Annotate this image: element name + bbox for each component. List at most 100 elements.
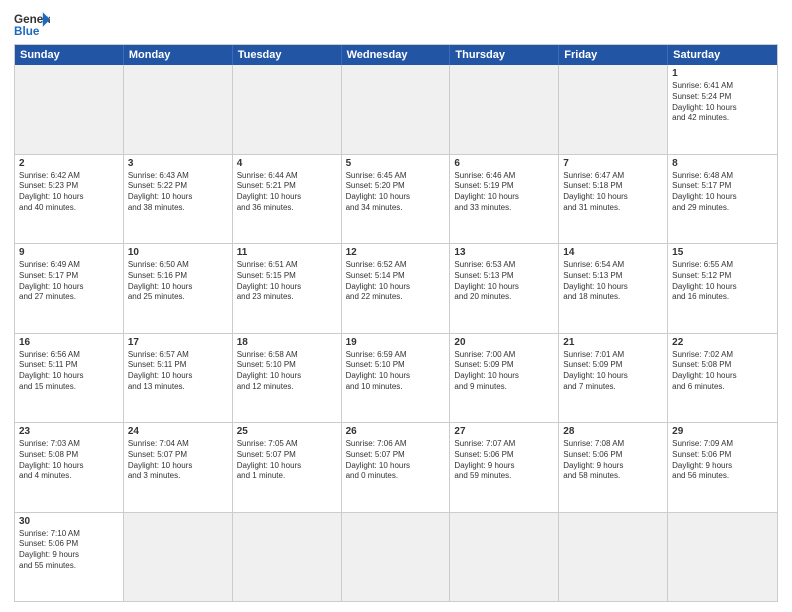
day-number: 17 [128, 337, 228, 348]
day-number: 24 [128, 426, 228, 437]
day-info: Sunrise: 6:52 AM Sunset: 5:14 PM Dayligh… [346, 260, 446, 303]
cal-week-2: 9 Sunrise: 6:49 AM Sunset: 5:17 PM Daylig… [15, 243, 777, 333]
calendar: SundayMondayTuesdayWednesdayThursdayFrid… [14, 44, 778, 602]
day-number: 3 [128, 158, 228, 169]
cal-cell: 10 Sunrise: 6:50 AM Sunset: 5:16 PM Dayli… [124, 244, 233, 333]
cal-cell: 23 Sunrise: 7:03 AM Sunset: 5:08 PM Dayli… [15, 423, 124, 512]
day-info: Sunrise: 6:51 AM Sunset: 5:15 PM Dayligh… [237, 260, 337, 303]
cal-week-5: 30Sunrise: 7:10 AM Sunset: 5:06 PM Dayli… [15, 512, 777, 602]
cal-cell: 4 Sunrise: 6:44 AM Sunset: 5:21 PM Daylig… [233, 155, 342, 244]
cal-week-0: 1Sunrise: 6:41 AM Sunset: 5:24 PM Daylig… [15, 65, 777, 154]
cal-cell: 19 Sunrise: 6:59 AM Sunset: 5:10 PM Dayli… [342, 334, 451, 423]
cal-cell [15, 65, 124, 154]
day-info: Sunrise: 7:06 AM Sunset: 5:07 PM Dayligh… [346, 439, 446, 482]
day-info: Sunrise: 6:57 AM Sunset: 5:11 PM Dayligh… [128, 350, 228, 393]
cal-cell: 2Sunrise: 6:42 AM Sunset: 5:23 PM Daylig… [15, 155, 124, 244]
cal-cell: 29 Sunrise: 7:09 AM Sunset: 5:06 PM Dayli… [668, 423, 777, 512]
cal-cell: 3 Sunrise: 6:43 AM Sunset: 5:22 PM Daylig… [124, 155, 233, 244]
cal-cell: 20Sunrise: 7:00 AM Sunset: 5:09 PM Dayli… [450, 334, 559, 423]
day-info: Sunrise: 6:41 AM Sunset: 5:24 PM Dayligh… [672, 81, 773, 124]
day-info: Sunrise: 7:04 AM Sunset: 5:07 PM Dayligh… [128, 439, 228, 482]
day-info: Sunrise: 7:09 AM Sunset: 5:06 PM Dayligh… [672, 439, 773, 482]
day-number: 11 [237, 247, 337, 258]
cal-cell: 27 Sunrise: 7:07 AM Sunset: 5:06 PM Dayli… [450, 423, 559, 512]
cal-cell: 22 Sunrise: 7:02 AM Sunset: 5:08 PM Dayli… [668, 334, 777, 423]
page: General Blue SundayMondayTuesdayWednesda… [0, 0, 792, 612]
cal-cell: 17 Sunrise: 6:57 AM Sunset: 5:11 PM Dayli… [124, 334, 233, 423]
day-number: 9 [19, 247, 119, 258]
day-number: 8 [672, 158, 773, 169]
day-number: 15 [672, 247, 773, 258]
day-info: Sunrise: 7:08 AM Sunset: 5:06 PM Dayligh… [563, 439, 663, 482]
cal-cell: 18Sunrise: 6:58 AM Sunset: 5:10 PM Dayli… [233, 334, 342, 423]
day-number: 26 [346, 426, 446, 437]
calendar-header-row: SundayMondayTuesdayWednesdayThursdayFrid… [15, 45, 777, 65]
day-number: 21 [563, 337, 663, 348]
cal-header-tuesday: Tuesday [233, 45, 342, 65]
day-number: 23 [19, 426, 119, 437]
day-number: 13 [454, 247, 554, 258]
cal-cell [559, 513, 668, 602]
day-info: Sunrise: 6:54 AM Sunset: 5:13 PM Dayligh… [563, 260, 663, 303]
day-info: Sunrise: 7:03 AM Sunset: 5:08 PM Dayligh… [19, 439, 119, 482]
day-number: 28 [563, 426, 663, 437]
day-info: Sunrise: 6:48 AM Sunset: 5:17 PM Dayligh… [672, 171, 773, 214]
day-number: 18 [237, 337, 337, 348]
cal-cell [233, 65, 342, 154]
day-number: 7 [563, 158, 663, 169]
cal-header-wednesday: Wednesday [342, 45, 451, 65]
cal-cell: 13Sunrise: 6:53 AM Sunset: 5:13 PM Dayli… [450, 244, 559, 333]
day-info: Sunrise: 6:44 AM Sunset: 5:21 PM Dayligh… [237, 171, 337, 214]
day-number: 4 [237, 158, 337, 169]
cal-cell: 25 Sunrise: 7:05 AM Sunset: 5:07 PM Dayli… [233, 423, 342, 512]
day-number: 20 [454, 337, 554, 348]
cal-cell: 26 Sunrise: 7:06 AM Sunset: 5:07 PM Dayli… [342, 423, 451, 512]
cal-cell [668, 513, 777, 602]
logo: General Blue [14, 10, 50, 38]
day-number: 16 [19, 337, 119, 348]
cal-cell: 7Sunrise: 6:47 AM Sunset: 5:18 PM Daylig… [559, 155, 668, 244]
day-info: Sunrise: 7:07 AM Sunset: 5:06 PM Dayligh… [454, 439, 554, 482]
day-info: Sunrise: 7:02 AM Sunset: 5:08 PM Dayligh… [672, 350, 773, 393]
cal-cell [342, 65, 451, 154]
day-info: Sunrise: 6:56 AM Sunset: 5:11 PM Dayligh… [19, 350, 119, 393]
day-info: Sunrise: 6:59 AM Sunset: 5:10 PM Dayligh… [346, 350, 446, 393]
cal-cell: 12Sunrise: 6:52 AM Sunset: 5:14 PM Dayli… [342, 244, 451, 333]
cal-cell: 9 Sunrise: 6:49 AM Sunset: 5:17 PM Daylig… [15, 244, 124, 333]
day-info: Sunrise: 6:43 AM Sunset: 5:22 PM Dayligh… [128, 171, 228, 214]
cal-cell [233, 513, 342, 602]
cal-week-4: 23 Sunrise: 7:03 AM Sunset: 5:08 PM Dayli… [15, 422, 777, 512]
day-number: 2 [19, 158, 119, 169]
cal-cell [450, 513, 559, 602]
calendar-body: 1Sunrise: 6:41 AM Sunset: 5:24 PM Daylig… [15, 65, 777, 601]
day-number: 10 [128, 247, 228, 258]
svg-text:Blue: Blue [14, 25, 40, 38]
day-number: 29 [672, 426, 773, 437]
day-number: 6 [454, 158, 554, 169]
cal-header-sunday: Sunday [15, 45, 124, 65]
day-info: Sunrise: 6:45 AM Sunset: 5:20 PM Dayligh… [346, 171, 446, 214]
day-number: 19 [346, 337, 446, 348]
cal-cell: 11 Sunrise: 6:51 AM Sunset: 5:15 PM Dayli… [233, 244, 342, 333]
day-number: 22 [672, 337, 773, 348]
day-number: 5 [346, 158, 446, 169]
day-info: Sunrise: 6:55 AM Sunset: 5:12 PM Dayligh… [672, 260, 773, 303]
cal-cell: 15 Sunrise: 6:55 AM Sunset: 5:12 PM Dayli… [668, 244, 777, 333]
day-number: 27 [454, 426, 554, 437]
cal-cell [450, 65, 559, 154]
day-info: Sunrise: 7:10 AM Sunset: 5:06 PM Dayligh… [19, 529, 119, 572]
day-info: Sunrise: 7:05 AM Sunset: 5:07 PM Dayligh… [237, 439, 337, 482]
cal-cell: 8 Sunrise: 6:48 AM Sunset: 5:17 PM Daylig… [668, 155, 777, 244]
day-info: Sunrise: 6:46 AM Sunset: 5:19 PM Dayligh… [454, 171, 554, 214]
cal-cell: 16 Sunrise: 6:56 AM Sunset: 5:11 PM Dayli… [15, 334, 124, 423]
cal-cell [124, 65, 233, 154]
day-info: Sunrise: 6:50 AM Sunset: 5:16 PM Dayligh… [128, 260, 228, 303]
cal-week-3: 16 Sunrise: 6:56 AM Sunset: 5:11 PM Dayli… [15, 333, 777, 423]
cal-week-1: 2Sunrise: 6:42 AM Sunset: 5:23 PM Daylig… [15, 154, 777, 244]
day-info: Sunrise: 6:49 AM Sunset: 5:17 PM Dayligh… [19, 260, 119, 303]
day-number: 25 [237, 426, 337, 437]
cal-header-friday: Friday [559, 45, 668, 65]
day-info: Sunrise: 7:01 AM Sunset: 5:09 PM Dayligh… [563, 350, 663, 393]
day-number: 14 [563, 247, 663, 258]
cal-cell: 28 Sunrise: 7:08 AM Sunset: 5:06 PM Dayli… [559, 423, 668, 512]
